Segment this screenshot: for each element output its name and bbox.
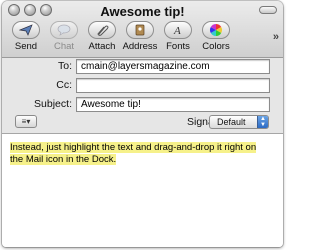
message-headers: To: cmain@layersmagazine.com Cc: Subject… [2,58,283,112]
window-title: Awesome tip! [100,4,185,19]
cc-row: Cc: [2,77,283,95]
subject-field[interactable]: Awesome tip! [76,97,270,112]
options-row: ≡▾ Signature: Default ▲▼ [2,114,283,132]
cc-field[interactable] [76,78,270,93]
colors-button[interactable]: Colors [198,21,234,53]
fonts-icon: A [164,21,192,39]
send-icon [12,21,40,39]
toolbar-overflow-chevron-icon[interactable]: » [273,31,279,43]
select-stepper-icon: ▲ ▼ [257,116,268,128]
options-menu-button[interactable]: ≡▾ [15,115,37,128]
toolbar: Send Chat Attach Address A Fonts Colors [8,21,265,53]
message-text[interactable]: Instead, just highlight the text and dra… [10,142,268,166]
chat-button[interactable]: Chat [46,21,82,53]
signature-value: Default [217,117,246,127]
address-book-icon [126,21,154,39]
send-label: Send [14,41,38,52]
attach-label: Attach [88,41,116,52]
attach-button[interactable]: Attach [84,21,120,53]
paperclip-icon [88,21,116,39]
toolbar-toggle-button[interactable] [259,6,277,14]
address-label: Address [122,41,158,52]
fonts-button[interactable]: A Fonts [160,21,196,53]
to-label: To: [57,60,72,72]
chat-label: Chat [53,41,75,52]
signature-select[interactable]: Default ▲ ▼ [209,115,269,129]
color-wheel-icon [202,21,230,39]
subject-row: Subject: Awesome tip! [2,96,283,114]
title-bar: Awesome tip! Send Chat Attach Address A … [2,1,283,58]
mail-compose-window: Awesome tip! Send Chat Attach Address A … [2,1,283,247]
to-field[interactable]: cmain@layersmagazine.com [76,59,270,74]
chat-bubble-icon [50,21,78,39]
fonts-label: Fonts [166,41,190,52]
send-button[interactable]: Send [8,21,44,53]
cc-label: Cc: [56,79,72,91]
subject-label: Subject: [34,98,72,110]
message-body[interactable]: Instead, just highlight the text and dra… [2,134,283,247]
to-row: To: cmain@layersmagazine.com [2,58,283,76]
address-button[interactable]: Address [122,21,158,53]
svg-text:A: A [173,25,181,36]
colors-label: Colors [202,41,230,52]
highlighted-text: Instead, just highlight the text and dra… [10,142,257,165]
